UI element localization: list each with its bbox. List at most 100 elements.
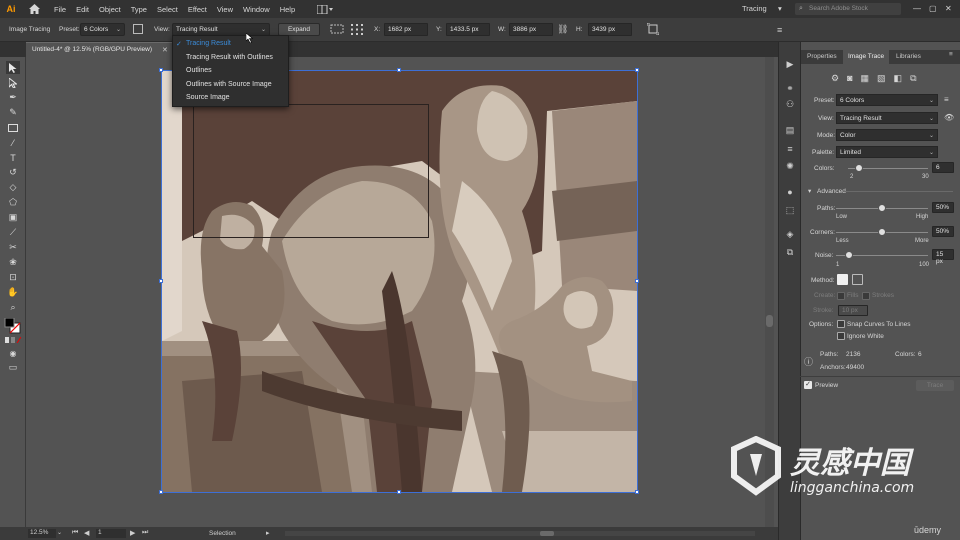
scroll-thumb[interactable] (766, 315, 773, 327)
high-color-icon[interactable]: ◙ (847, 73, 852, 83)
x-field[interactable]: 1682 px (384, 23, 428, 36)
horizontal-scrollbar[interactable] (285, 531, 755, 536)
bounding-handle[interactable] (635, 490, 639, 494)
constrain-proportions-icon[interactable]: ⛓ (557, 24, 568, 35)
flyout-menu-icon[interactable]: ≡ (777, 25, 782, 35)
h-field[interactable]: 3439 px (588, 23, 632, 36)
maximize-icon[interactable]: ▢ (929, 4, 937, 13)
view-option-outlines-source[interactable]: Outlines with Source Image (173, 79, 288, 93)
shape-builder-tool-icon[interactable]: ⬠ (6, 196, 20, 209)
auto-color-icon[interactable]: ⚙ (831, 73, 839, 83)
search-stock-input[interactable]: Search Adobe Stock (795, 3, 901, 15)
document-tab[interactable]: Untitled-4* @ 12.5% (RGB/GPU Preview) ✕ (26, 42, 172, 57)
menu-object[interactable]: Object (99, 5, 121, 14)
paths-value-field[interactable]: 50% (932, 202, 954, 213)
ignore-white-checkbox[interactable] (837, 332, 845, 340)
menu-effect[interactable]: Effect (188, 5, 207, 14)
advanced-section-label[interactable]: Advanced (817, 188, 846, 195)
grayscale-icon[interactable]: ▧ (877, 73, 886, 83)
bounding-handle[interactable] (635, 68, 639, 72)
symbol-sprayer-tool-icon[interactable]: ❀ (6, 256, 20, 269)
hand-tool-icon[interactable]: ✋ (6, 286, 20, 299)
selection-tool-icon[interactable] (6, 61, 20, 74)
scroll-thumb[interactable] (540, 531, 554, 536)
color-mode-icon[interactable] (5, 336, 22, 344)
menu-type[interactable]: Type (131, 5, 147, 14)
corners-slider-knob[interactable] (878, 228, 886, 236)
appearance-icon[interactable]: ✺ (784, 160, 796, 172)
arrange-documents-icon[interactable] (317, 4, 337, 14)
fills-checkbox[interactable] (837, 292, 845, 300)
artboard-number-field[interactable]: 1 (96, 529, 126, 538)
gradient-tool-icon[interactable]: ▣ (6, 211, 20, 224)
last-artboard-icon[interactable]: ⏭ (142, 529, 148, 537)
artboard-tool-icon[interactable]: ⊡ (6, 271, 20, 284)
panel-mode-select[interactable]: Color ⌄ (836, 129, 938, 141)
outline-icon[interactable]: ⧉ (910, 73, 916, 83)
play-action-icon[interactable]: ▶ (784, 58, 796, 70)
noise-slider-knob[interactable] (844, 251, 853, 259)
paintbrush-tool-icon[interactable]: ⁄ (6, 136, 20, 149)
workspace-switcher[interactable]: Tracing (742, 4, 767, 13)
overlapping-method-icon[interactable] (852, 274, 863, 285)
align-panel-icon[interactable]: ≡ (784, 143, 796, 155)
color-guide-icon[interactable]: ▤ (784, 124, 796, 136)
info-icon[interactable]: ● (784, 186, 796, 198)
low-color-icon[interactable]: ▦ (861, 73, 870, 83)
fill-stroke-swatch-icon[interactable] (4, 317, 22, 334)
links-icon[interactable]: ⚭ (784, 82, 796, 94)
panel-view-select[interactable]: Tracing Result ⌄ (836, 112, 938, 124)
bounding-handle[interactable] (397, 490, 401, 494)
direct-selection-tool-icon[interactable] (6, 76, 20, 89)
close-icon[interactable]: ✕ (945, 4, 952, 13)
preset-select[interactable]: 6 Colors ⌄ (80, 23, 125, 36)
pen-tool-icon[interactable]: ✒ (6, 91, 20, 104)
tab-properties[interactable]: Properties (807, 53, 837, 60)
trace-panel-icon[interactable] (133, 24, 143, 34)
tab-image-trace[interactable]: Image Trace (848, 53, 884, 60)
preview-checkbox[interactable]: ✓ (804, 381, 812, 389)
snap-curves-checkbox[interactable] (837, 320, 845, 328)
paths-slider-knob[interactable] (878, 204, 886, 212)
view-option-tracing-result[interactable]: ✓ Tracing Result (173, 38, 288, 52)
w-field[interactable]: 3886 px (509, 23, 553, 36)
reference-point-icon[interactable] (351, 24, 365, 35)
rotate-tool-icon[interactable]: ↺ (6, 166, 20, 179)
transform-icon[interactable] (646, 22, 660, 36)
panel-menu-icon[interactable]: ≡ (949, 51, 953, 58)
type-tool-icon[interactable]: T (6, 151, 20, 164)
transform-panel-icon[interactable]: ⬚ (784, 204, 796, 216)
zoom-tool-icon[interactable]: ⌕ (6, 301, 20, 314)
panel-preset-select[interactable]: 6 Colors ⌄ (836, 94, 938, 106)
first-artboard-icon[interactable]: ⏮ (72, 529, 78, 537)
asset-export-icon[interactable]: ⚇ (784, 98, 796, 110)
bounding-handle[interactable] (159, 490, 163, 494)
align-icon[interactable] (330, 24, 344, 34)
rectangle-tool-icon[interactable] (6, 121, 20, 134)
status-arrow-icon[interactable]: ▸ (266, 529, 270, 537)
artboards-icon[interactable]: ⧉ (784, 246, 796, 258)
tab-libraries[interactable]: Libraries (896, 53, 921, 60)
menu-edit[interactable]: Edit (76, 5, 89, 14)
screen-mode-icon[interactable]: ▭ (6, 361, 20, 374)
view-option-source-image[interactable]: Source Image (173, 92, 288, 106)
eye-icon[interactable]: 👁 (944, 113, 954, 122)
black-white-icon[interactable]: ◧ (894, 73, 903, 83)
strokes-checkbox[interactable] (862, 292, 870, 300)
y-field[interactable]: 1433.5 px (446, 23, 490, 36)
chevron-down-icon[interactable]: ⌄ (57, 529, 62, 536)
layers-icon[interactable]: ◈ (784, 228, 796, 240)
view-option-tracing-result-outlines[interactable]: Tracing Result with Outlines (173, 52, 288, 66)
menu-view[interactable]: View (217, 5, 233, 14)
advanced-toggle-icon[interactable]: ▾ (808, 187, 811, 195)
trace-button[interactable]: Trace (916, 380, 954, 391)
menu-window[interactable]: Window (243, 5, 270, 14)
next-artboard-icon[interactable]: ▶ (130, 529, 135, 537)
close-tab-icon[interactable]: ✕ (162, 46, 168, 54)
bounding-handle[interactable] (159, 279, 163, 283)
eraser-tool-icon[interactable]: ◇ (6, 181, 20, 194)
bounding-handle[interactable] (159, 68, 163, 72)
minimize-icon[interactable]: — (913, 4, 921, 13)
noise-value-field[interactable]: 15 px (932, 249, 954, 265)
home-icon[interactable] (26, 2, 42, 16)
